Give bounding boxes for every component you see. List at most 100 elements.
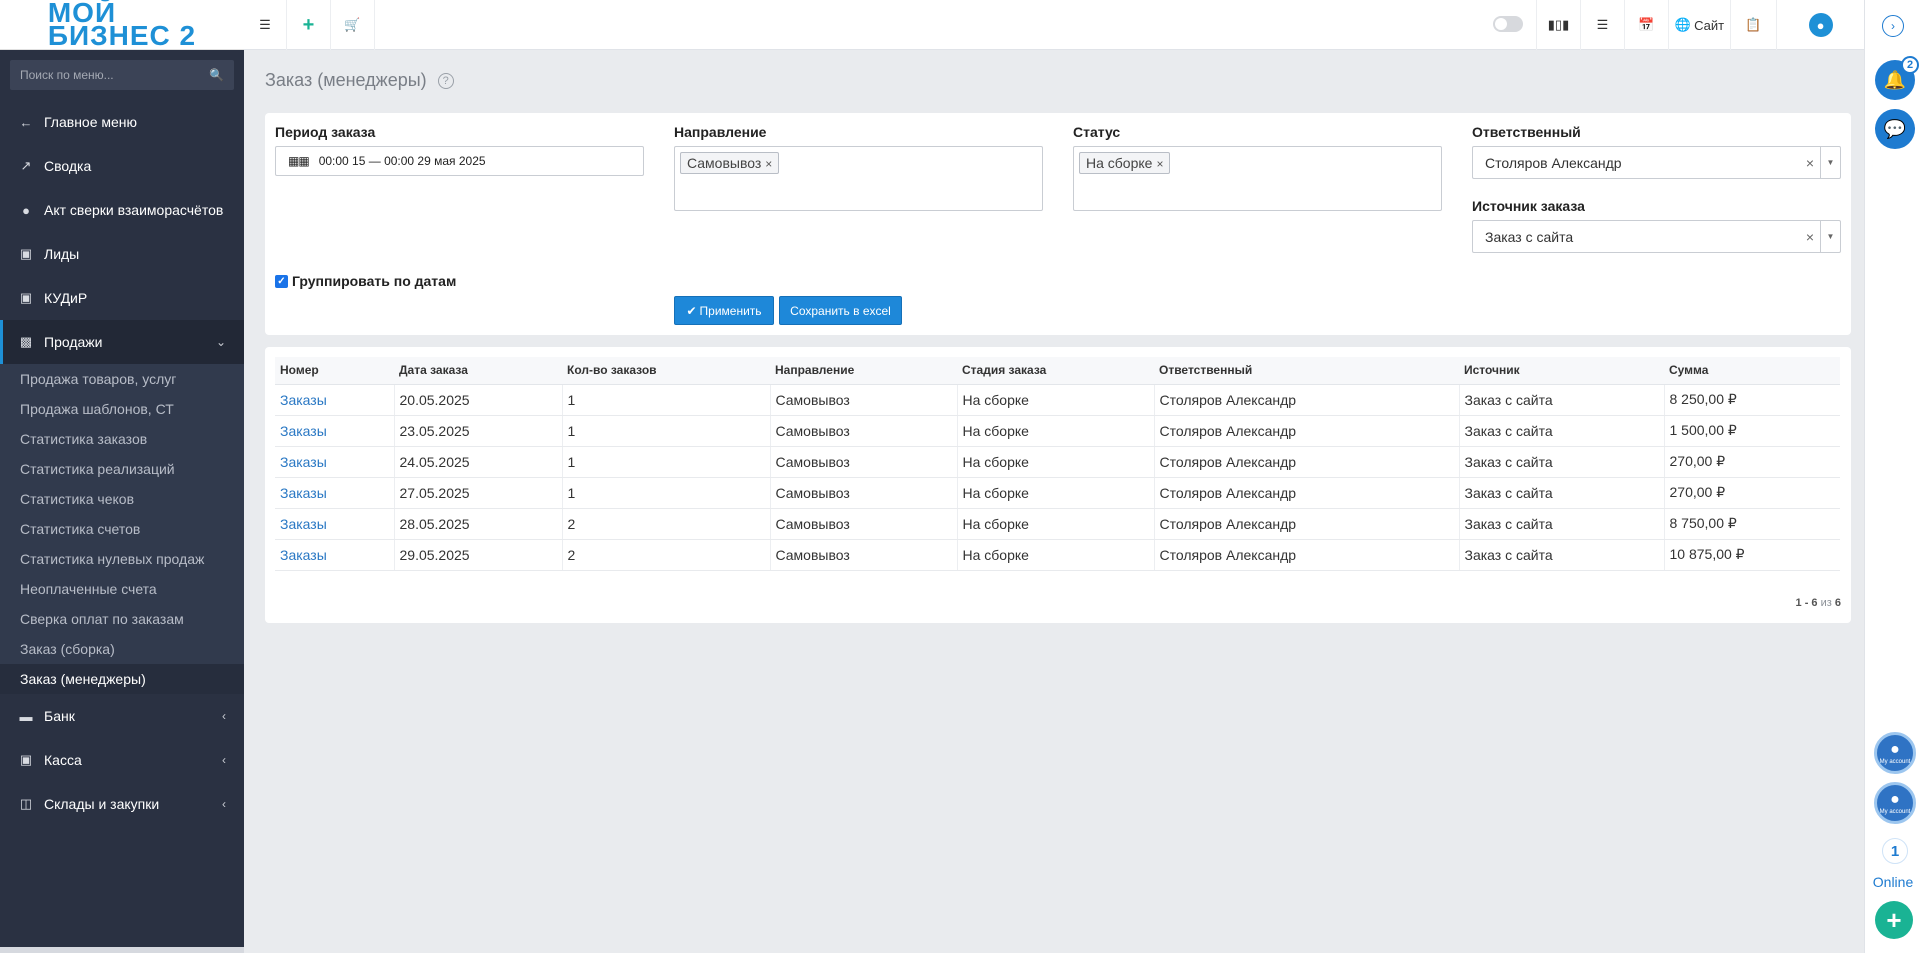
column-header[interactable]: Источник — [1459, 357, 1664, 385]
cell-count: 2 — [562, 508, 771, 540]
chat-icon[interactable]: 💬 — [1875, 109, 1915, 149]
cash-icon: ▣ — [19, 752, 33, 767]
cell-date: 27.05.2025 — [394, 477, 563, 509]
clear-icon[interactable]: × — [1806, 229, 1814, 245]
hamburger-menu-icon[interactable]: ☰ — [244, 0, 287, 50]
cell-stage: На сборке — [957, 508, 1155, 540]
sidebar-scrollbar[interactable] — [0, 947, 244, 953]
contact-card-icon: ▣ — [19, 290, 33, 305]
user-menu[interactable]: ● — [1776, 0, 1864, 50]
page-title-text: Заказ (менеджеры) — [265, 70, 427, 90]
direction-multiselect[interactable]: Самовывоз × — [674, 146, 1043, 211]
checkbox-checked-icon[interactable]: ✓ — [275, 274, 288, 288]
online-count[interactable]: 1 — [1882, 838, 1908, 864]
account-avatar-icon[interactable]: ● My account — [1874, 782, 1916, 824]
source-select[interactable]: Заказ с сайта × ▼ — [1472, 220, 1841, 253]
cell-number: Заказы — [275, 477, 395, 509]
submenu-item[interactable]: Статистика нулевых продаж — [0, 544, 244, 574]
cell-source: Заказ с сайта — [1459, 415, 1665, 447]
remove-tag-icon[interactable]: × — [765, 157, 772, 171]
sidebar-item-leads[interactable]: ▣ Лиды — [0, 232, 244, 276]
orders-table: Номер Дата заказа Кол-во заказов Направл… — [275, 357, 1840, 571]
period-date-input[interactable]: ▦▦ 00:00 15 — 00:00 29 мая 2025 — [275, 146, 644, 176]
sidebar-item-label: Сводка — [44, 158, 92, 174]
orders-link[interactable]: Заказы — [280, 516, 327, 532]
chevron-left-icon: ‹ — [222, 709, 226, 723]
cell-amount: 10 875,00 ₽ — [1664, 539, 1840, 571]
cell-responsible: Столяров Александр — [1154, 415, 1460, 447]
collapse-arrow-icon[interactable]: › — [1882, 15, 1904, 37]
column-header[interactable]: Сумма — [1664, 357, 1840, 385]
sidebar-item-reconciliation[interactable]: ● Акт сверки взаиморасчётов — [0, 188, 244, 232]
chevron-left-icon: ‹ — [222, 753, 226, 767]
group-by-dates-checkbox[interactable]: ✓ Группировать по датам — [275, 273, 456, 289]
add-plus-icon[interactable]: + — [1875, 901, 1913, 939]
apply-label: Применить — [699, 303, 762, 318]
submenu-item[interactable]: Сверка оплат по заказам — [0, 604, 244, 634]
column-header[interactable]: Направление — [770, 357, 957, 385]
sidebar-item-sales[interactable]: ▩ Продажи ⌄ — [0, 320, 244, 364]
orders-link[interactable]: Заказы — [280, 454, 327, 470]
sidebar-item-cash[interactable]: ▣ Касса ‹ — [0, 738, 244, 782]
status-multiselect[interactable]: На сборке × — [1073, 146, 1442, 211]
cell-source: Заказ с сайта — [1459, 477, 1665, 509]
column-header[interactable]: Дата заказа — [394, 357, 562, 385]
orders-link[interactable]: Заказы — [280, 485, 327, 501]
submenu-item[interactable]: Продажа товаров, услуг — [0, 364, 244, 394]
notifications-bell-icon[interactable]: 🔔 2 — [1875, 56, 1919, 100]
chart-line-icon: ↗ — [20, 158, 32, 173]
column-header[interactable]: Стадия заказа — [957, 357, 1154, 385]
orders-link[interactable]: Заказы — [280, 423, 327, 439]
document-icon[interactable]: 📋 — [1730, 0, 1776, 50]
sidebar-item-summary[interactable]: ↗ Сводка — [0, 144, 244, 188]
help-icon[interactable]: ? — [437, 73, 454, 89]
responsible-select[interactable]: Столяров Александр × ▼ — [1472, 146, 1841, 179]
sidebar-item-label: КУДиР — [44, 290, 88, 306]
menu-search-input[interactable]: Поиск по меню... 🔍 — [10, 60, 234, 90]
apply-button[interactable]: ✔ Применить — [674, 296, 774, 325]
status-tag[interactable]: На сборке × — [1079, 152, 1171, 174]
plus-icon[interactable]: + — [287, 0, 331, 50]
save-excel-button[interactable]: Сохранить в excel — [779, 296, 902, 325]
submenu-item[interactable]: Продажа шаблонов, СТ — [0, 394, 244, 424]
dropdown-arrow-icon[interactable]: ▼ — [1820, 147, 1840, 178]
submenu-item[interactable]: Статистика счетов — [0, 514, 244, 544]
submenu-item[interactable]: Статистика чеков — [0, 484, 244, 514]
column-header[interactable]: Ответственный — [1154, 357, 1459, 385]
column-header[interactable]: Номер — [275, 357, 394, 385]
dropdown-arrow-icon[interactable]: ▼ — [1820, 221, 1840, 252]
user-avatar-icon: ● — [1808, 13, 1833, 37]
account-label: My account — [1879, 759, 1911, 765]
column-header[interactable]: Кол-во заказов — [562, 357, 770, 385]
theme-toggle[interactable] — [1493, 16, 1523, 32]
cell-stage: На сборке — [957, 415, 1155, 447]
site-button[interactable]: 🌐 Сайт — [1668, 0, 1730, 50]
direction-tag[interactable]: Самовывоз × — [680, 152, 780, 174]
cart-icon[interactable]: 🛒 — [331, 0, 375, 50]
submenu-item[interactable]: Статистика реализаций — [0, 454, 244, 484]
cell-stage: На сборке — [957, 539, 1155, 571]
cell-date: 20.05.2025 — [394, 384, 563, 416]
sidebar-item-warehouses[interactable]: ◫ Склады и закупки ‹ — [0, 782, 244, 826]
sidebar-item-kudir[interactable]: ▣ КУДиР — [0, 276, 244, 320]
remove-tag-icon[interactable]: × — [1156, 157, 1163, 171]
submenu-item[interactable]: Заказ (сборка) — [0, 634, 244, 664]
logo[interactable]: МОЙ БИЗНЕС 2 — [0, 0, 244, 50]
account-avatar-icon[interactable]: ● My account — [1874, 732, 1916, 774]
sidebar-item-label: Акт сверки взаиморасчётов — [44, 202, 224, 218]
list-settings-icon[interactable]: ☰ — [1580, 0, 1624, 50]
sidebar-item-main-menu[interactable]: ← Главное меню — [0, 100, 244, 144]
submenu-item[interactable]: Статистика заказов — [0, 424, 244, 454]
sidebar-item-bank[interactable]: ▬ Банк ‹ — [0, 694, 244, 738]
cell-amount: 8 250,00 ₽ — [1664, 384, 1840, 416]
clear-icon[interactable]: × — [1806, 155, 1814, 171]
calendar-icon[interactable]: 📅 — [1624, 0, 1668, 50]
orders-link[interactable]: Заказы — [280, 392, 327, 408]
search-icon[interactable]: 🔍 — [209, 68, 224, 82]
submenu-item[interactable]: Неоплаченные счета — [0, 574, 244, 604]
calendar-grid-icon: ▦▦ — [288, 154, 310, 168]
submenu-item-current[interactable]: Заказ (менеджеры) — [0, 664, 244, 694]
orders-link[interactable]: Заказы — [280, 547, 327, 563]
cell-direction: Самовывоз — [770, 415, 958, 447]
barcode-icon[interactable]: ▮▯▮ — [1536, 0, 1580, 50]
